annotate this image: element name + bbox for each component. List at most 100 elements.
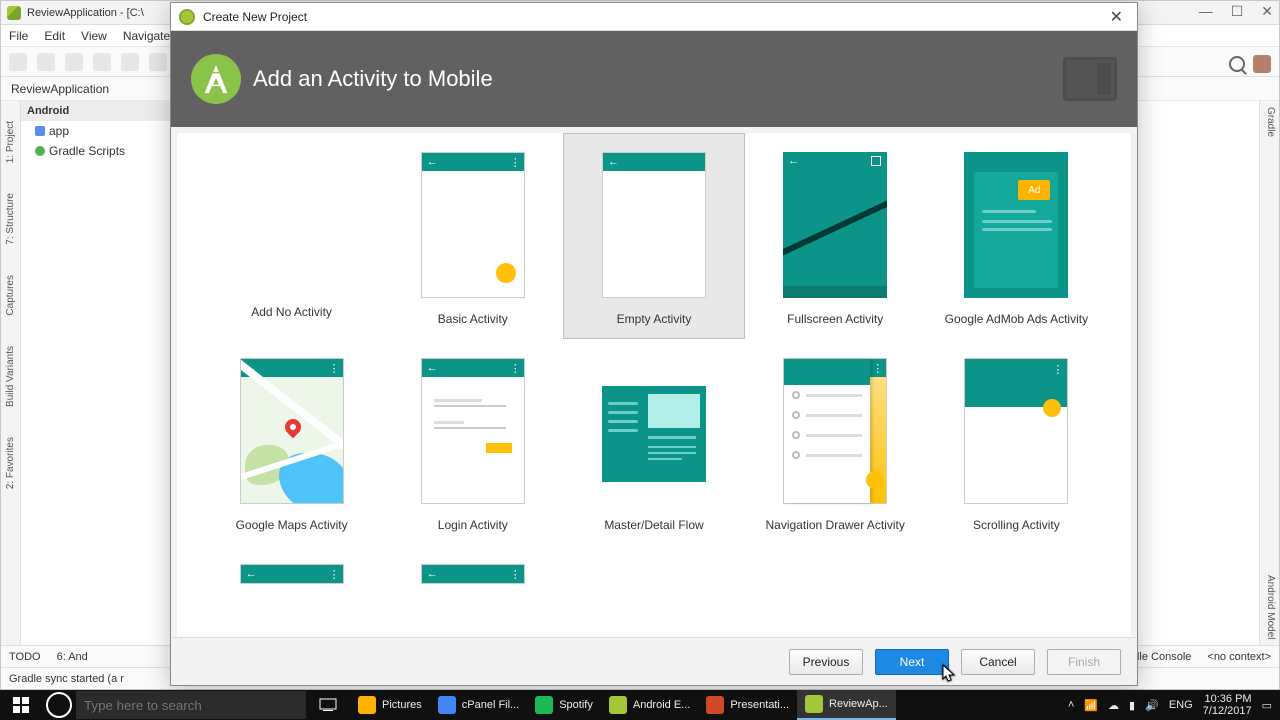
ide-title-text: ReviewApplication - [C:\: [27, 7, 144, 19]
activity-option-none[interactable]: Add No Activity: [201, 133, 382, 339]
app-label: Android E...: [633, 699, 690, 711]
activity-option-maps[interactable]: ←⋮ Google Maps Activity: [201, 339, 382, 545]
previous-button[interactable]: Previous: [789, 649, 863, 675]
close-icon[interactable]: ✕: [1104, 5, 1129, 29]
taskbar-app-button[interactable]: Spotify: [527, 690, 601, 720]
tool-project[interactable]: 1: Project: [5, 121, 16, 163]
activity-option-partial[interactable]: ←⋮: [382, 545, 563, 585]
wifi-icon[interactable]: 📶: [1084, 699, 1098, 712]
activity-option-login[interactable]: ←⋮ Login Activity: [382, 339, 563, 545]
project-node-label: Gradle Scripts: [49, 144, 125, 158]
cancel-button[interactable]: Cancel: [961, 649, 1035, 675]
activity-option-basic[interactable]: ←⋮ Basic Activity: [382, 133, 563, 339]
finish-button[interactable]: Finish: [1047, 649, 1121, 675]
dialog-heading: Add an Activity to Mobile: [253, 66, 493, 92]
tool-favorites[interactable]: 2: Favorites: [5, 437, 16, 489]
activity-gallery: Add No Activity ←⋮ Basic Activity ← Empt…: [177, 133, 1131, 637]
toolbar-button[interactable]: [37, 53, 55, 71]
battery-icon[interactable]: ▮: [1129, 699, 1135, 712]
taskbar-clock[interactable]: 10:36 PM 7/12/2017: [1203, 693, 1252, 717]
project-node-app[interactable]: app: [21, 121, 170, 141]
app-icon: [706, 696, 724, 714]
tool-android-model[interactable]: Android Model: [1265, 575, 1276, 639]
gradle-icon: [35, 146, 45, 156]
android-studio-icon: [7, 6, 21, 20]
device-type-icon: [1063, 57, 1117, 101]
toolbar-button[interactable]: [121, 53, 139, 71]
app-icon: [358, 696, 376, 714]
taskbar-app-button[interactable]: ReviewAp...: [797, 690, 896, 720]
activity-label: Login Activity: [438, 518, 508, 532]
menu-navigate[interactable]: Navigate: [123, 29, 170, 43]
activity-label: Master/Detail Flow: [604, 518, 703, 532]
activity-label: Empty Activity: [617, 312, 692, 326]
context-indicator: <no context>: [1207, 651, 1271, 663]
clock-date: 7/12/2017: [1203, 705, 1252, 717]
tool-todo[interactable]: TODO: [9, 651, 41, 663]
breadcrumb-item[interactable]: ReviewApplication: [11, 82, 109, 96]
ide-toolbar-right: [1229, 55, 1271, 73]
activity-option-master-detail[interactable]: Master/Detail Flow: [563, 339, 744, 545]
activity-label: Scrolling Activity: [973, 518, 1060, 532]
toolbar-button[interactable]: [65, 53, 83, 71]
taskbar-app-button[interactable]: Presentati...: [698, 690, 797, 720]
activity-label: Navigation Drawer Activity: [766, 518, 905, 532]
taskbar-search-input[interactable]: [76, 691, 306, 719]
toolbar-button[interactable]: [149, 53, 167, 71]
activity-label: Basic Activity: [438, 312, 508, 326]
next-button[interactable]: Next: [875, 649, 949, 675]
action-center-icon[interactable]: ▭: [1262, 699, 1272, 712]
task-view-button[interactable]: [306, 690, 350, 720]
menu-edit[interactable]: Edit: [44, 29, 65, 43]
search-icon[interactable]: [1229, 56, 1245, 72]
app-label: Pictures: [382, 699, 422, 711]
tool-captures[interactable]: Captures: [5, 275, 16, 316]
app-icon: [805, 695, 823, 713]
activity-option-scrolling[interactable]: ⋮ Scrolling Activity: [926, 339, 1107, 545]
start-button[interactable]: [0, 690, 42, 720]
volume-icon[interactable]: 🔊: [1145, 699, 1159, 712]
tool-android[interactable]: 6: And: [57, 651, 88, 663]
tray-chevron-up-icon[interactable]: ˄: [1068, 699, 1074, 711]
app-label: cPanel Fil...: [462, 699, 519, 711]
activity-label: Add No Activity: [251, 305, 332, 319]
menu-file[interactable]: File: [9, 29, 28, 43]
ide-window-controls: — ☐ ✕: [1199, 3, 1273, 20]
menu-view[interactable]: View: [81, 29, 107, 43]
tool-structure[interactable]: 7: Structure: [5, 193, 16, 245]
onedrive-icon[interactable]: ☁: [1108, 699, 1119, 712]
language-indicator[interactable]: ENG: [1169, 699, 1193, 711]
app-label: Spotify: [559, 699, 593, 711]
project-view-selector[interactable]: Android: [21, 101, 170, 121]
activity-option-partial[interactable]: ←⋮: [201, 545, 382, 585]
close-ide-button[interactable]: ✕: [1261, 3, 1273, 20]
app-label: Presentati...: [730, 699, 789, 711]
map-pin-icon: [281, 416, 304, 439]
project-node-gradle[interactable]: Gradle Scripts: [21, 141, 170, 161]
system-tray: ˄ 📶 ☁ ▮ 🔊 ENG 10:36 PM 7/12/2017 ▭: [1060, 693, 1280, 717]
dialog-title: Create New Project: [203, 10, 307, 24]
app-icon: [535, 696, 553, 714]
activity-option-navigation-drawer[interactable]: ⋮ Navigation Drawer Activity: [745, 339, 926, 545]
minimize-button[interactable]: —: [1199, 3, 1213, 20]
ide-left-toolwindow-bar: 1: Project 7: Structure Captures Build V…: [1, 101, 21, 647]
project-tool-window: Android app Gradle Scripts: [21, 101, 171, 647]
maximize-button[interactable]: ☐: [1231, 3, 1244, 20]
toolbar-button[interactable]: [9, 53, 27, 71]
dialog-titlebar: Create New Project ✕: [171, 3, 1137, 31]
app-icon: [609, 696, 627, 714]
activity-option-admob[interactable]: Ad Google AdMob Ads Activity: [926, 133, 1107, 339]
taskbar-app-button[interactable]: Pictures: [350, 690, 430, 720]
android-studio-icon: [179, 9, 195, 25]
toolbar-button[interactable]: [93, 53, 111, 71]
taskbar-app-button[interactable]: Android E...: [601, 690, 698, 720]
ad-badge: Ad: [1018, 180, 1050, 200]
tool-gradle[interactable]: Gradle: [1265, 107, 1276, 137]
tool-build-variants[interactable]: Build Variants: [5, 346, 16, 407]
activity-option-empty[interactable]: ← Empty Activity: [563, 133, 744, 339]
activity-option-fullscreen[interactable]: ← Fullscreen Activity: [745, 133, 926, 339]
activity-label: Google Maps Activity: [236, 518, 348, 532]
cortana-icon[interactable]: [46, 692, 72, 718]
taskbar-app-button[interactable]: cPanel Fil...: [430, 690, 527, 720]
avatar[interactable]: [1253, 55, 1271, 73]
